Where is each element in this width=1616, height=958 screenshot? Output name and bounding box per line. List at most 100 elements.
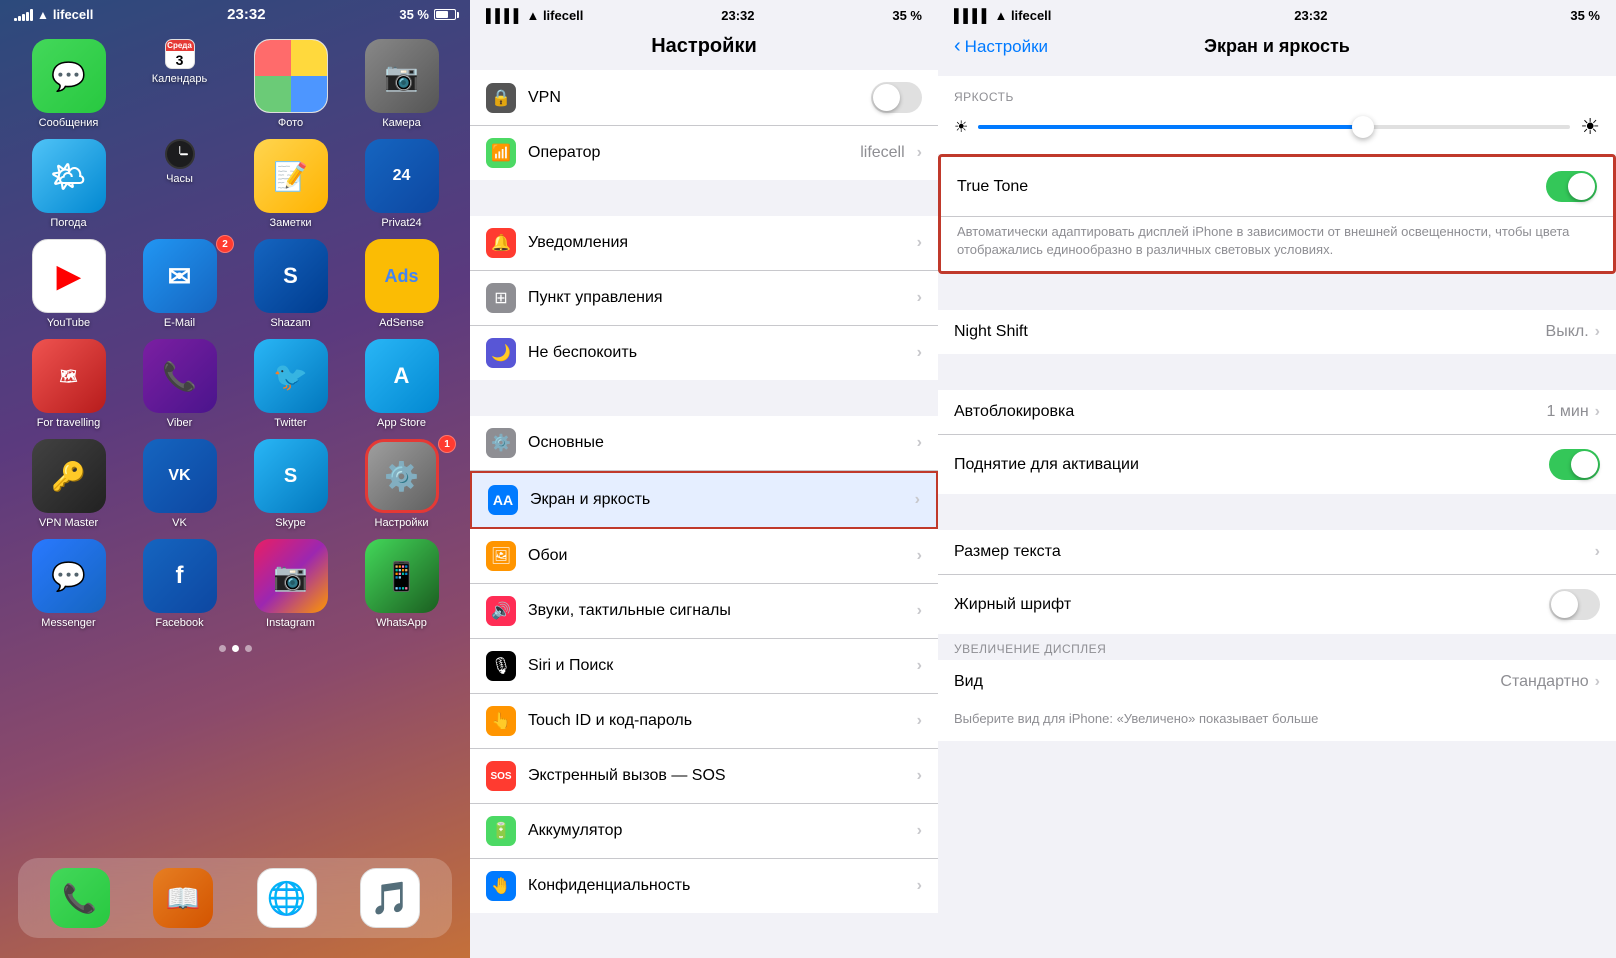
dock-books[interactable]: 📖 [153,868,213,928]
facebook-icon[interactable]: f [143,539,217,613]
row-bold[interactable]: Жирный шрифт [938,575,1616,634]
bold-toggle[interactable] [1549,589,1600,620]
wallpaper-label: Обои [528,547,905,565]
row-sounds[interactable]: 🔊 Звуки, тактильные сигналы › [470,584,938,639]
email-icon[interactable]: ✉ [143,239,217,313]
carrier-value: lifecell [860,144,904,162]
slider-thumb[interactable] [1352,116,1374,138]
notes-icon[interactable]: 📝 [254,139,328,213]
app-email[interactable]: ✉ 2 E-Mail [129,239,230,329]
dock-chrome[interactable]: 🌐 [257,868,317,928]
app-vk[interactable]: VK VK [129,439,230,529]
signal-settings: ▌▌▌▌ ▲ [486,8,543,23]
app-weather[interactable]: 🌤 Погода [18,139,119,229]
app-privat24[interactable]: 24 Privat24 [351,139,452,229]
app-camera[interactable]: 📷 Камера [351,39,452,129]
siri-label: Siri и Поиск [528,657,905,675]
app-photos[interactable]: Фото [240,39,341,129]
zoom-section-label: УВЕЛИЧЕНИЕ ДИСПЛЕЯ [938,634,1616,660]
adsense-icon[interactable]: Ads [365,239,439,313]
back-label[interactable]: Настройки [965,37,1048,57]
skype-icon[interactable]: S [254,439,328,513]
app-adsense[interactable]: Ads AdSense [351,239,452,329]
dock-music[interactable]: 🎵 [360,868,420,928]
row-wallpaper[interactable]: 🖼 Обои › [470,529,938,584]
twitter-icon[interactable]: 🐦 [254,339,328,413]
app-twitter[interactable]: 🐦 Twitter [240,339,341,429]
true-tone-toggle[interactable] [1546,171,1597,202]
youtube-icon[interactable]: ▶ [32,239,106,313]
app-fortravel[interactable]: 🗺 For travelling [18,339,119,429]
app-shazam[interactable]: S Shazam [240,239,341,329]
instagram-icon[interactable]: 📷 [254,539,328,613]
appstore-icon[interactable]: A [365,339,439,413]
raise-toggle[interactable] [1549,449,1600,480]
app-skype[interactable]: S Skype [240,439,341,529]
app-notes[interactable]: 📝 Заметки [240,139,341,229]
row-night-shift[interactable]: Night Shift Выкл. › [938,310,1616,354]
settings-badge: 1 [438,435,456,453]
row-dnd[interactable]: 🌙 Не беспокоить › [470,326,938,380]
app-messages[interactable]: 💬 Сообщения [18,39,119,129]
clock-icon[interactable] [165,139,195,169]
dot-3 [245,645,252,652]
dock-phone[interactable]: 📞 [50,868,110,928]
app-settings[interactable]: ⚙️ 1 Настройки [351,439,452,529]
row-privacy[interactable]: 🤚 Конфиденциальность › [470,859,938,913]
app-instagram[interactable]: 📷 Instagram [240,539,341,629]
battery-label: Аккумулятор [528,822,905,840]
settings-icon[interactable]: ⚙️ [365,439,439,513]
whatsapp-icon[interactable]: 📱 [365,539,439,613]
music-dock-icon[interactable]: 🎵 [360,868,420,928]
row-autolock[interactable]: Автоблокировка 1 мин › [938,390,1616,435]
messenger-icon[interactable]: 💬 [32,539,106,613]
app-vpnmaster[interactable]: 🔑 VPN Master [18,439,119,529]
row-raise[interactable]: Поднятие для активации [938,435,1616,494]
row-touchid[interactable]: 👆 Touch ID и код-пароль › [470,694,938,749]
photos-icon[interactable] [254,39,328,113]
vpnmaster-icon[interactable]: 🔑 [32,439,106,513]
privat24-icon[interactable]: 24 [365,139,439,213]
weather-icon[interactable]: 🌤 [32,139,106,213]
viber-icon[interactable]: 📞 [143,339,217,413]
row-vpn[interactable]: 🔒 VPN [470,70,938,126]
privacy-label: Конфиденциальность [528,877,905,895]
clock-label: Часы [166,173,193,185]
app-youtube[interactable]: ▶ YouTube [18,239,119,329]
app-whatsapp[interactable]: 📱 WhatsApp [351,539,452,629]
row-display[interactable]: AA Экран и яркость › [470,471,938,529]
camera-icon[interactable]: 📷 [365,39,439,113]
display-chevron: › [915,491,920,509]
chrome-dock-icon[interactable]: 🌐 [257,868,317,928]
row-general[interactable]: ⚙️ Основные › [470,416,938,471]
phone-dock-icon[interactable]: 📞 [50,868,110,928]
brightness-slider[interactable] [978,125,1570,129]
app-appstore[interactable]: A App Store [351,339,452,429]
app-facebook[interactable]: f Facebook [129,539,230,629]
app-viber[interactable]: 📞 Viber [129,339,230,429]
row-view[interactable]: Вид Стандартно › [938,660,1616,704]
row-siri[interactable]: 🎙 Siri и Поиск › [470,639,938,694]
shazam-icon[interactable]: S [254,239,328,313]
messages-icon[interactable]: 💬 [32,39,106,113]
app-calendar[interactable]: Среда 3 Календарь [129,39,230,129]
row-battery[interactable]: 🔋 Аккумулятор › [470,804,938,859]
twitter-label: Twitter [274,417,306,429]
books-dock-icon[interactable]: 📖 [153,868,213,928]
true-tone-highlighted-section: True Tone Автоматически адаптировать дис… [938,154,1616,274]
back-button[interactable]: ‹ Настройки [954,35,1048,58]
weather-label: Погода [50,217,86,229]
row-text-size[interactable]: Размер текста › [938,530,1616,575]
row-sos[interactable]: SOS Экстренный вызов — SOS › [470,749,938,804]
row-notifications[interactable]: 🔔 Уведомления › [470,216,938,271]
touchid-label: Touch ID и код-пароль [528,712,905,730]
row-control-center[interactable]: ⊞ Пункт управления › [470,271,938,326]
fortravel-icon[interactable]: 🗺 [32,339,106,413]
vpn-toggle[interactable] [871,82,922,113]
vk-icon[interactable]: VK [143,439,217,513]
app-messenger[interactable]: 💬 Messenger [18,539,119,629]
row-true-tone[interactable]: True Tone [941,157,1613,217]
app-clock[interactable]: Часы [129,139,230,229]
calendar-icon[interactable]: Среда 3 [165,39,195,69]
row-carrier[interactable]: 📶 Оператор lifecell › [470,126,938,180]
